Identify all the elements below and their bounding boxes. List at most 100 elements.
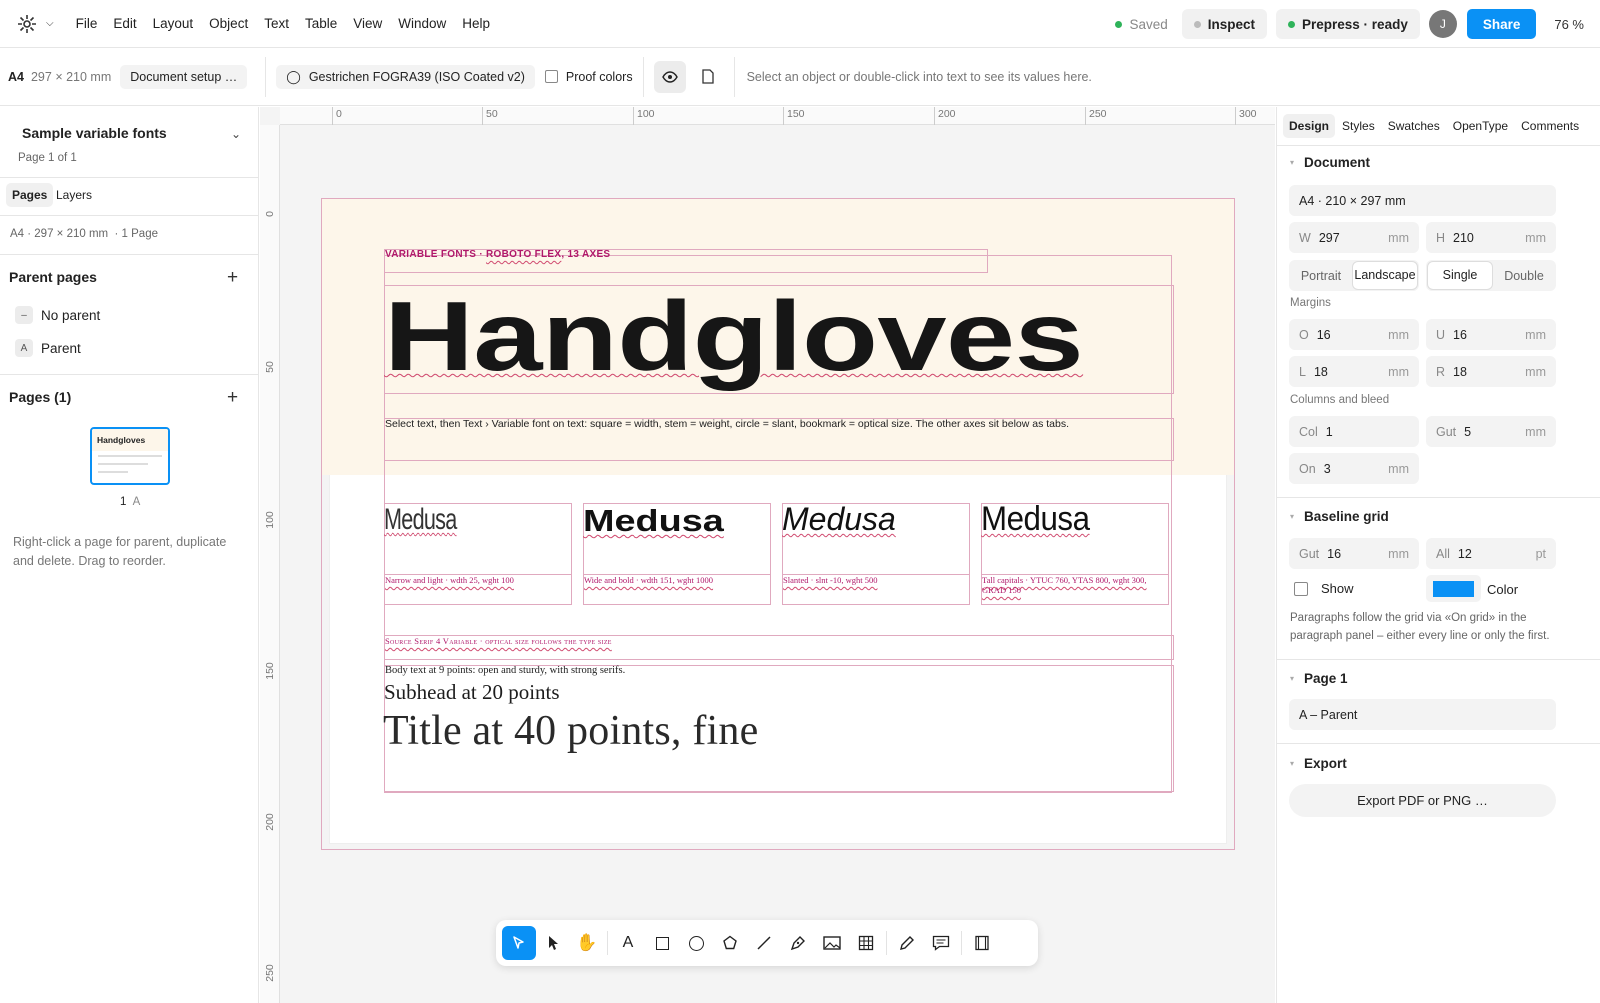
inspect-button[interactable]: Inspect [1181, 9, 1268, 39]
chevron-down-icon[interactable]: ⌵ [46, 18, 54, 29]
menu-object[interactable]: Object [209, 16, 248, 31]
headline-text[interactable]: Handgloves [384, 277, 1084, 395]
document-setup-button[interactable]: Document setup … [120, 64, 248, 89]
baseline-section-title[interactable]: ▾ Baseline grid [1290, 509, 1389, 524]
page-meta: A4 · 297 × 210 mm · 1 Page [10, 228, 158, 240]
double-option[interactable]: Double [1492, 269, 1556, 283]
pen-tool-button[interactable] [781, 926, 815, 960]
menu-help[interactable]: Help [462, 16, 490, 31]
ruler-tick: 50 [482, 107, 498, 125]
single-option[interactable]: Single [1428, 262, 1492, 289]
field-label: O [1299, 327, 1309, 342]
sample-slanted[interactable]: Medusa [782, 501, 896, 538]
height-field[interactable]: H 210 mm [1426, 222, 1556, 253]
add-page-icon[interactable]: + [227, 387, 238, 409]
prepress-button[interactable]: Prepress · ready [1276, 9, 1420, 39]
subhead-20pt[interactable]: Subhead at 20 points [384, 680, 560, 705]
grid-color-chip [1433, 580, 1474, 597]
portrait-option[interactable]: Portrait [1289, 269, 1353, 283]
margin-right-field[interactable]: R 18 mm [1426, 356, 1556, 387]
export-section-title[interactable]: ▾ Export [1290, 756, 1347, 771]
menu-layout[interactable]: Layout [153, 16, 194, 31]
show-grid-checkbox[interactable] [1294, 581, 1308, 596]
text-tool-button[interactable]: A [611, 926, 645, 960]
menu-window[interactable]: Window [398, 16, 446, 31]
columns-field[interactable]: Col 1 [1289, 416, 1419, 447]
line-tool-button[interactable] [747, 926, 781, 960]
tab-pages[interactable]: Pages [6, 183, 54, 207]
image-tool-button[interactable] [815, 926, 849, 960]
grid-color-swatch[interactable] [1426, 575, 1481, 602]
rectangle-icon [655, 936, 669, 950]
margin-left-field[interactable]: L 18 mm [1289, 356, 1419, 387]
app-logo-icon[interactable] [12, 9, 42, 39]
document-title[interactable]: Sample variable fonts [22, 125, 167, 141]
share-button[interactable]: Share [1466, 9, 1537, 39]
color-profile-button[interactable]: ◯ Gestrichen FOGRA39 (ISO Coated v2) [276, 64, 535, 89]
format-select[interactable]: A4 · 210 × 297 mm [1289, 185, 1556, 216]
canvas[interactable]: 0 50 100 150 200 250 300 0 50 100 150 20… [260, 107, 1275, 1003]
toolbar-divider [733, 56, 735, 97]
parent-item-a[interactable]: A Parent [15, 339, 81, 357]
sample-wide-bold[interactable]: Medusa [583, 503, 724, 539]
page-thumbnail[interactable]: Handgloves [90, 427, 170, 485]
margin-top-field[interactable]: O 16 mm [1289, 319, 1419, 350]
serif-kicker[interactable]: Source Serif 4 Variable · optical size f… [385, 636, 612, 646]
chevron-down-icon[interactable]: ⌄ [231, 127, 241, 141]
show-grid-toggle[interactable]: Show [1294, 581, 1354, 596]
select-tool-button[interactable] [502, 926, 536, 960]
field-unit: mm [1388, 364, 1409, 379]
comment-tool-button[interactable] [924, 926, 958, 960]
proof-colors-checkbox[interactable] [544, 70, 558, 83]
tab-swatches[interactable]: Swatches [1388, 119, 1440, 133]
add-parent-icon[interactable]: + [227, 267, 238, 289]
title-40pt[interactable]: Title at 40 points, fine [383, 707, 758, 755]
rectangle-tool-button[interactable] [645, 926, 679, 960]
show-grid-label: Show [1321, 581, 1354, 596]
page-section-title[interactable]: ▾ Page 1 [1290, 671, 1348, 686]
tab-styles[interactable]: Styles [1342, 119, 1375, 133]
tab-comments[interactable]: Comments [1521, 119, 1579, 133]
zoom-level[interactable]: 76 % [1554, 17, 1584, 32]
baseline-gutter-field[interactable]: Gut 16 mm [1289, 538, 1419, 569]
document-section-title[interactable]: ▾ Document [1290, 155, 1370, 170]
body-9pt[interactable]: Body text at 9 points: open and sturdy, … [385, 665, 625, 676]
margins-label: Margins [1290, 297, 1331, 309]
baseline-all-field[interactable]: All 12 pt [1426, 538, 1556, 569]
pages-help: Right-click a page for parent, duplicate… [13, 535, 227, 568]
menu-file[interactable]: File [76, 16, 98, 31]
menu-view[interactable]: View [353, 16, 382, 31]
sides-segment: Single Double [1426, 260, 1556, 291]
instructions-text[interactable]: Select text, then Text › Variable font o… [385, 418, 1069, 430]
pencil-tool-button[interactable] [890, 926, 924, 960]
sample-narrow-light[interactable]: Medusa [384, 503, 457, 537]
hand-tool-button[interactable]: ✋ [570, 926, 604, 960]
proof-colors-toggle[interactable]: Proof colors [544, 70, 633, 84]
menu-text[interactable]: Text [264, 16, 289, 31]
parent-item-none[interactable]: – No parent [15, 306, 100, 324]
kicker-part: VARIABLE FONTS · [385, 249, 487, 260]
ellipse-tool-button[interactable] [679, 926, 713, 960]
preview-eye-button[interactable] [653, 60, 686, 93]
page-view-button[interactable] [692, 61, 724, 93]
thumb-parent: A [132, 496, 141, 508]
margin-bottom-field[interactable]: U 16 mm [1426, 319, 1556, 350]
frame-tool-button[interactable] [965, 926, 999, 960]
bleed-field[interactable]: On 3 mm [1289, 453, 1419, 484]
gutter-field[interactable]: Gut 5 mm [1426, 416, 1556, 447]
menu-table[interactable]: Table [305, 16, 337, 31]
page-parent-select[interactable]: A – Parent [1289, 699, 1556, 730]
direct-select-tool-button[interactable] [536, 926, 570, 960]
export-button[interactable]: Export PDF or PNG … [1289, 784, 1556, 817]
sample-tall-caps[interactable]: Medusa [981, 500, 1090, 539]
kicker-text[interactable]: VARIABLE FONTS · ROBOTO FLEX, 13 AXES [385, 249, 610, 260]
polygon-tool-button[interactable] [713, 926, 747, 960]
landscape-option[interactable]: Landscape [1353, 262, 1417, 289]
tab-layers[interactable]: Layers [56, 188, 92, 202]
avatar[interactable]: J [1428, 10, 1457, 38]
table-tool-button[interactable] [849, 926, 883, 960]
menu-edit[interactable]: Edit [113, 16, 136, 31]
tab-opentype[interactable]: OpenType [1453, 119, 1508, 133]
tab-design[interactable]: Design [1283, 114, 1336, 138]
width-field[interactable]: W 297 mm [1289, 222, 1419, 253]
